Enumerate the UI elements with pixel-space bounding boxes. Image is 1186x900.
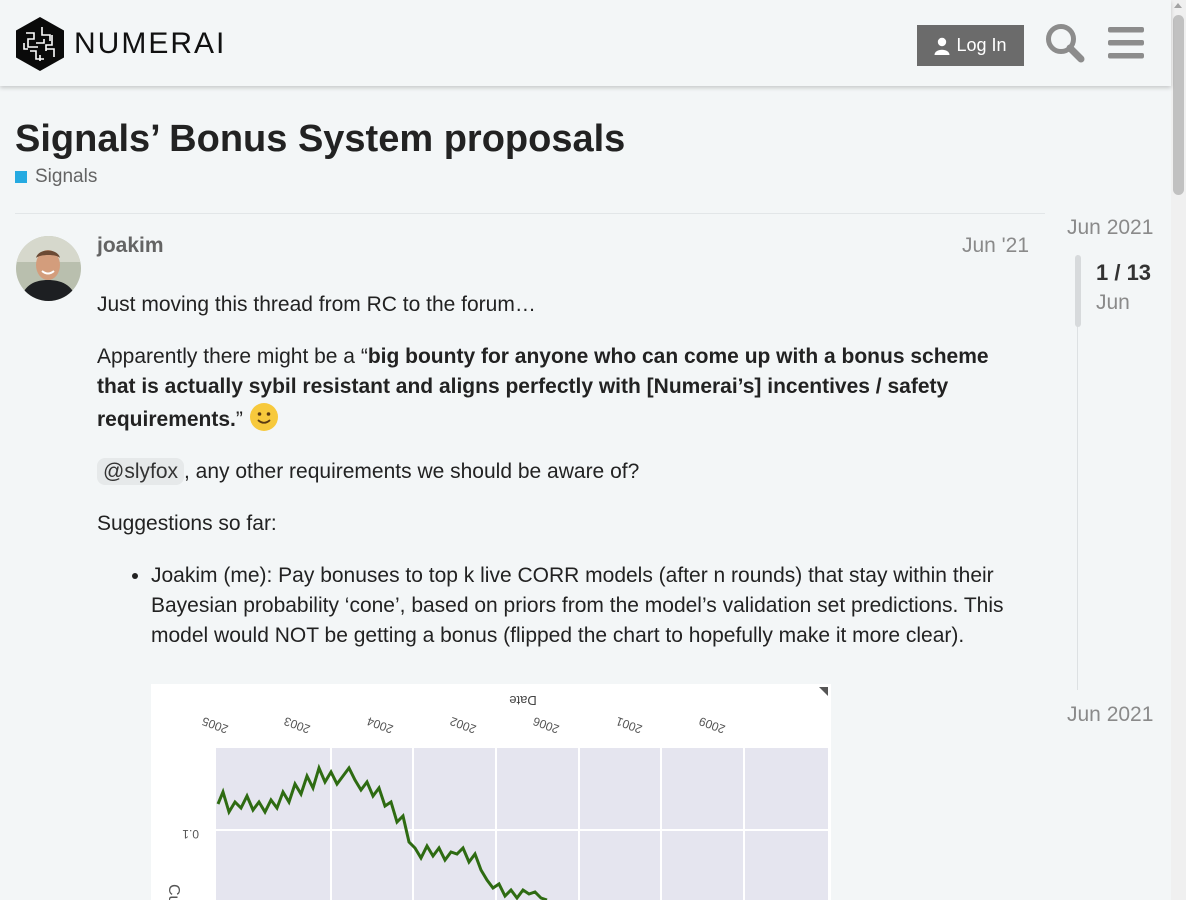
slightly-smiling-face-icon <box>249 402 279 432</box>
post-paragraph: Suggestions so far: <box>97 512 277 535</box>
embedded-chart-image[interactable]: Date 2005 2003 2004 2002 2006 2001 2009 … <box>151 684 831 900</box>
quote-prefix: Apparently there might be a “ <box>97 345 368 368</box>
scroll-up-arrow-icon[interactable] <box>1174 3 1182 8</box>
category-color-square <box>15 171 27 183</box>
topic-title[interactable]: Signals’ Bonus System proposals <box>15 118 625 161</box>
post-paragraph: @slyfox, any other requirements we shoul… <box>97 457 1032 487</box>
mention-followup-text: , any other requirements we should be aw… <box>184 460 640 483</box>
user-mention-link[interactable]: @slyfox <box>97 458 184 485</box>
search-icon[interactable] <box>1044 22 1086 69</box>
post-paragraph: Just moving this thread from RC to the f… <box>97 293 536 316</box>
post-body: Just moving this thread from RC to the f… <box>97 290 1032 651</box>
post-date[interactable]: Jun '21 <box>962 234 1029 258</box>
y-tick-label: 0.1 <box>182 827 199 841</box>
numerai-logo-icon <box>16 17 64 71</box>
category-label: Signals <box>35 166 98 187</box>
quote-suffix: ” <box>235 408 243 431</box>
user-icon <box>934 37 950 55</box>
timeline-scroll-handle[interactable] <box>1075 255 1081 327</box>
log-in-label: Log In <box>956 35 1007 55</box>
timeline-end-date[interactable]: Jun 2021 <box>1067 703 1153 727</box>
y-axis-label: Cumu <box>165 884 182 900</box>
site-header: NUMERAI Log In <box>0 0 1171 86</box>
log-in-button[interactable]: Log In <box>917 25 1024 66</box>
timeline-post-position: 1 / 13 <box>1096 260 1152 285</box>
topic-divider <box>15 213 1045 214</box>
scrollbar-thumb[interactable] <box>1173 15 1184 195</box>
category-badge[interactable]: Signals <box>15 166 97 188</box>
suggestions-list: Joakim (me): Pay bonuses to top k live C… <box>97 561 1032 651</box>
list-item: Joakim (me): Pay bonuses to top k live C… <box>151 561 1032 651</box>
logo-wordmark: NUMERAI <box>74 27 227 60</box>
chart-title: Date <box>509 693 536 708</box>
timeline-start-date[interactable]: Jun 2021 <box>1067 216 1153 240</box>
timeline-current-month: Jun <box>1096 291 1130 314</box>
numerai-logo[interactable]: NUMERAI <box>16 17 226 71</box>
post-paragraph: Apparently there might be a “big bounty … <box>97 342 1032 435</box>
post-author[interactable]: joakim <box>97 234 164 258</box>
avatar[interactable] <box>16 236 81 301</box>
hamburger-menu-icon[interactable] <box>1107 22 1145 69</box>
